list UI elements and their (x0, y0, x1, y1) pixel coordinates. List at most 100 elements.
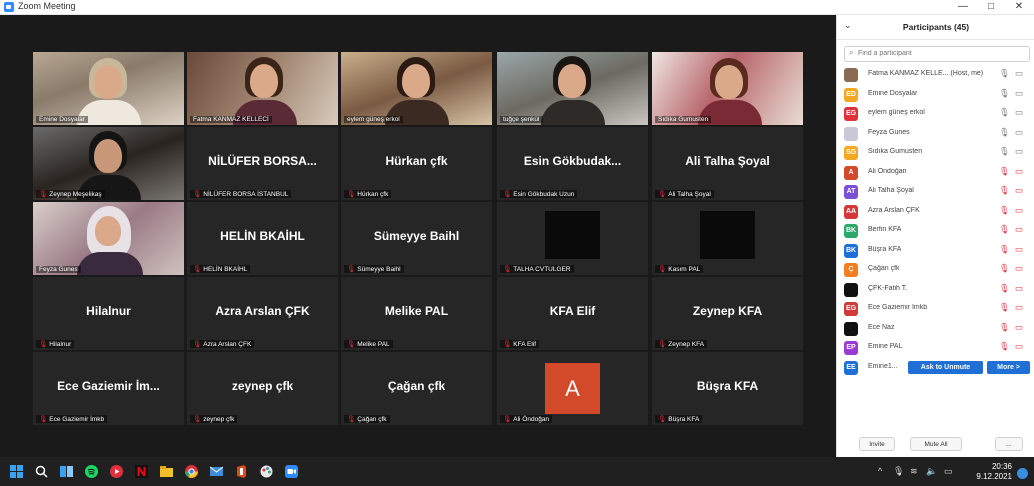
muted-mic-icon[interactable]: 🎙 (999, 244, 1010, 255)
muted-mic-icon[interactable]: 🎙 (999, 302, 1010, 313)
video-tile[interactable]: zeynep çfk 🎙 zeynep çfk (187, 352, 338, 425)
participant-row[interactable]: EG eylem güneş erkol 🎙 ▭ (837, 104, 1034, 124)
microphone-icon[interactable]: 🎙 (999, 88, 1010, 99)
camera-off-icon[interactable]: ▭ (1015, 263, 1023, 274)
wifi-icon[interactable]: ≋ (910, 466, 918, 477)
camera-icon[interactable]: ▭ (1015, 127, 1023, 138)
camera-icon[interactable]: ▭ (1015, 88, 1023, 99)
mute-all-button[interactable]: Mute All (910, 437, 962, 451)
participant-row[interactable]: BK Büşra KFA 🎙 ▭ (837, 241, 1034, 261)
participant-row[interactable]: ÇFK-Fatih T. 🎙 ▭ (837, 280, 1034, 300)
video-tile[interactable]: Feyza Gunes (33, 202, 184, 275)
participant-row[interactable]: EE Emine1... Ask to Unmute More > (837, 358, 1034, 378)
video-tile[interactable]: Ali Talha Şoyal 🎙 Ali Talha Şoyal (652, 127, 803, 200)
invite-button[interactable]: Invite (859, 437, 895, 451)
video-tile[interactable]: Sümeyye Baihl 🎙 Sümeyye Baihl (341, 202, 492, 275)
participant-search-input[interactable] (858, 48, 1023, 59)
video-tile[interactable]: Emine Dosyalar (33, 52, 184, 125)
video-tile[interactable]: Azra Arslan ÇFK 🎙 Azra Arslan ÇFK (187, 277, 338, 350)
video-tile[interactable]: HELİN BKAİHL 🎙 HELİN BKAİHL (187, 202, 338, 275)
search-icon[interactable] (35, 465, 48, 478)
participant-row[interactable]: AT Ali Talha Şoyal 🎙 ▭ (837, 182, 1034, 202)
video-tile[interactable]: Hürkan çfk 🎙 Hürkan çfk (341, 127, 492, 200)
participant-row[interactable]: A Ali Öndoğan 🎙 ▭ (837, 163, 1034, 183)
video-tile-active-speaker[interactable]: eylem güneş erkol (341, 52, 492, 125)
netflix-icon[interactable] (135, 465, 148, 478)
video-tile[interactable]: Büşra KFA 🎙 Büşra KFA (652, 352, 803, 425)
muted-mic-icon[interactable]: 🎙 (999, 322, 1010, 333)
task-view-icon[interactable] (60, 465, 73, 478)
video-tile[interactable]: A 🎙 Ali Öndoğan (497, 352, 648, 425)
video-tile[interactable]: Zeynep KFA 🎙 Zeynep KFA (652, 277, 803, 350)
muted-mic-icon[interactable]: 🎙 (999, 185, 1010, 196)
windows-start-icon[interactable] (10, 465, 23, 478)
participant-row[interactable]: Ece Naz 🎙 ▭ (837, 319, 1034, 339)
participant-avatar: AA (844, 204, 858, 219)
video-tile[interactable]: tuğçe şenkül (497, 52, 648, 125)
camera-off-icon[interactable]: ▭ (1015, 283, 1023, 294)
spotify-icon[interactable] (85, 465, 98, 478)
microphone-icon[interactable]: 🎙 (999, 146, 1010, 157)
participant-row[interactable]: BK Berfin KFA 🎙 ▭ (837, 221, 1034, 241)
chrome-icon[interactable] (185, 465, 198, 478)
zoom-app-icon[interactable] (285, 465, 298, 478)
video-tile[interactable]: Melike PAL 🎙 Melike PAL (341, 277, 492, 350)
participant-row[interactable]: Ç Çağan çfk 🎙 ▭ (837, 260, 1034, 280)
camera-off-icon[interactable]: ▭ (1015, 244, 1023, 255)
volume-icon[interactable]: 🔈 (926, 466, 937, 477)
camera-off-icon[interactable]: ▭ (1015, 322, 1023, 333)
ask-to-unmute-button[interactable]: Ask to Unmute (908, 360, 983, 374)
video-tile[interactable]: Ece Gaziemir İm... 🎙 Ece Gaziemir İmkb (33, 352, 184, 425)
participant-row[interactable]: ED Emine Dosyalar 🎙 ▭ (837, 85, 1034, 105)
camera-off-icon[interactable]: ▭ (1015, 302, 1023, 313)
participant-row[interactable]: EP Emine PAL 🎙 ▭ (837, 338, 1034, 358)
video-tile[interactable]: Çağan çfk 🎙 Çağan çfk (341, 352, 492, 425)
muted-mic-icon[interactable]: 🎙 (999, 205, 1010, 216)
video-tile[interactable]: Hilalnur 🎙 Hilalnur (33, 277, 184, 350)
video-tile[interactable]: Fatma KANMAZ KELLECİ (187, 52, 338, 125)
youtube-icon[interactable] (110, 465, 123, 478)
file-explorer-icon[interactable] (160, 465, 173, 478)
more-options-button[interactable]: ... (995, 437, 1023, 451)
video-tile[interactable]: 🎙 Kasım PAL (652, 202, 803, 275)
muted-mic-icon[interactable]: 🎙 (999, 166, 1010, 177)
participant-row[interactable]: Feyza Gunes 🎙 ▭ (837, 124, 1034, 144)
video-tile[interactable]: KFA Elif 🎙 KFA Elif (497, 277, 648, 350)
camera-off-icon[interactable]: ▭ (1015, 224, 1023, 235)
microphone-icon[interactable]: 🎙 (999, 127, 1010, 138)
participant-row[interactable]: AA Azra Arslan ÇFK 🎙 ▭ (837, 202, 1034, 222)
muted-mic-icon[interactable]: 🎙 (999, 341, 1010, 352)
system-clock[interactable]: 20:36 9.12.2021 (976, 462, 1012, 482)
participant-row[interactable]: Fatma KANMAZ KELLE... (Host, me) 🎙 ▭ (837, 65, 1034, 85)
muted-mic-icon: 🎙 (347, 191, 356, 198)
camera-icon[interactable]: ▭ (1015, 68, 1023, 79)
muted-mic-icon[interactable]: 🎙 (999, 283, 1010, 294)
participant-display-name: KFA Elif (549, 304, 596, 318)
video-tile[interactable]: Sıdıka Gumusten (652, 52, 803, 125)
video-tile[interactable]: NİLÜFER BORSA... 🎙 NİLÜFER BORSA İSTANBUL (187, 127, 338, 200)
close-button[interactable]: ✕ (1008, 0, 1030, 14)
microphone-icon[interactable]: 🎙 (999, 68, 1010, 79)
more-button[interactable]: More > (987, 360, 1030, 374)
video-tile[interactable]: Esin Gökbudak... 🎙 Esin Gökbudak Uzun (497, 127, 648, 200)
microphone-icon[interactable]: 🎙 (999, 107, 1010, 118)
muted-mic-icon[interactable]: 🎙 (999, 263, 1010, 274)
video-tile[interactable]: 🎙 Zeynep Meşelikaş (33, 127, 184, 200)
muted-mic-icon[interactable]: 🎙 (999, 224, 1010, 235)
participant-row[interactable]: SG Sıdıka Gumusten 🎙 ▭ (837, 143, 1034, 163)
participant-row[interactable]: EG Ece Gaziemir İmkb 🎙 ▭ (837, 299, 1034, 319)
camera-off-icon[interactable]: ▭ (1015, 166, 1023, 177)
office-icon[interactable] (235, 465, 248, 478)
show-hidden-icons-icon[interactable]: ^ (878, 466, 882, 476)
paint-icon[interactable] (260, 465, 273, 478)
restore-button[interactable]: □ (980, 0, 1002, 14)
minimize-button[interactable]: — (952, 0, 974, 14)
camera-off-icon[interactable]: ▭ (1015, 185, 1023, 196)
video-tile[interactable]: 🎙 TALHA CVTULGER (497, 202, 648, 275)
camera-off-icon[interactable]: ▭ (1015, 341, 1023, 352)
camera-icon[interactable]: ▭ (1015, 107, 1023, 118)
mail-icon[interactable] (209, 465, 224, 478)
notification-icon[interactable] (1017, 466, 1028, 479)
camera-off-icon[interactable]: ▭ (1015, 205, 1023, 216)
camera-icon[interactable]: ▭ (1015, 146, 1023, 157)
